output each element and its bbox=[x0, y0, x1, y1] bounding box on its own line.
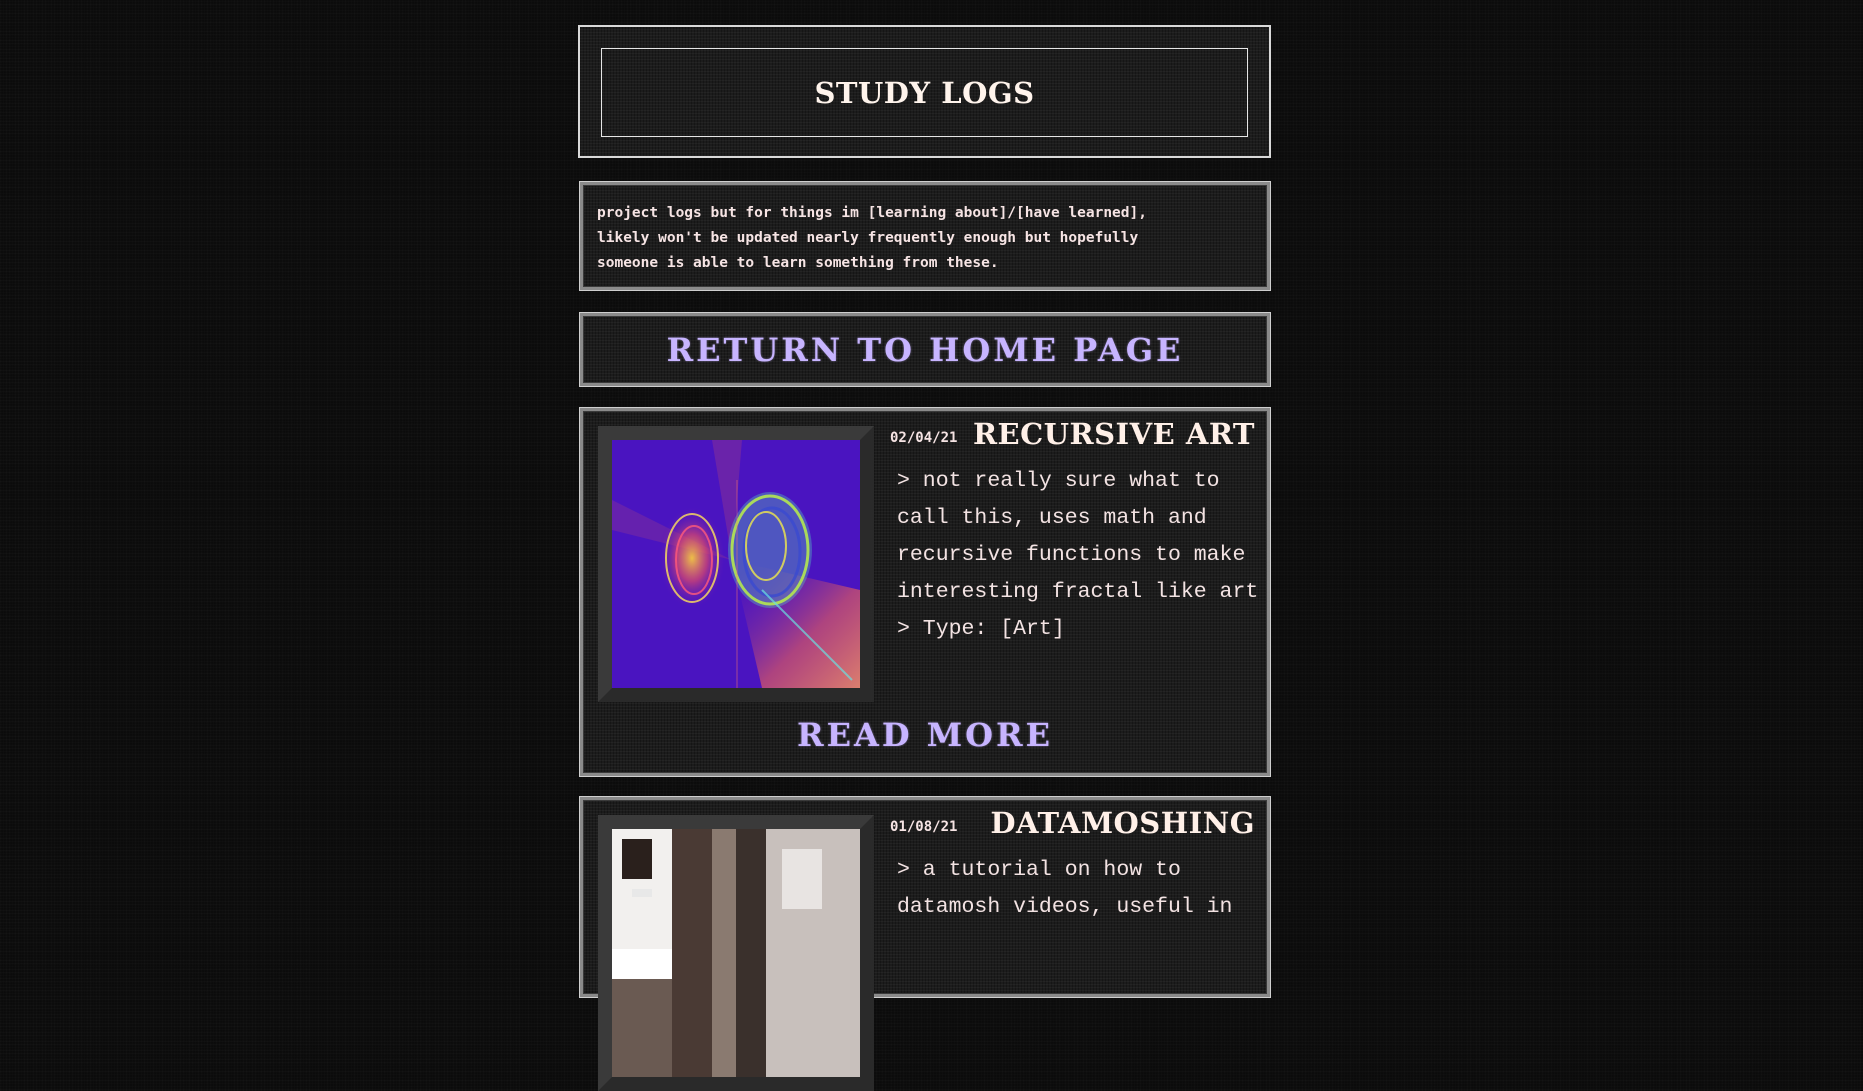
nav-panel: RETURN TO HOME PAGE bbox=[580, 313, 1270, 386]
log-title: DATAMOSHING bbox=[990, 806, 1255, 840]
log-card-recursive-art: 02/04/21 RECURSIVE ART > not really sure… bbox=[580, 408, 1270, 776]
header-inner-frame: STUDY LOGS bbox=[601, 48, 1248, 137]
log-card-datamoshing: 01/08/21 DATAMOSHING > a tutorial on how… bbox=[580, 797, 1270, 1091]
header-box: STUDY LOGS bbox=[578, 25, 1271, 158]
intro-text: project logs but for things im [learning… bbox=[597, 205, 1147, 271]
log-date: 02/04/21 bbox=[890, 430, 958, 446]
log-title: RECURSIVE ART bbox=[972, 417, 1255, 451]
intro-panel: project logs but for things im [learning… bbox=[580, 182, 1270, 290]
log-thumbnail-frame bbox=[598, 815, 874, 1091]
log-summary: > a tutorial on how to datamosh videos, … bbox=[897, 852, 1267, 926]
log-summary-text: > not really sure what to call this, use… bbox=[897, 469, 1259, 604]
page-title: STUDY LOGS bbox=[814, 75, 1035, 110]
log-summary: > not really sure what to call this, use… bbox=[897, 463, 1267, 648]
log-thumbnail-frame bbox=[598, 426, 874, 702]
datamosh-thumbnail[interactable] bbox=[612, 829, 860, 1077]
recursive-art-thumbnail[interactable] bbox=[612, 440, 860, 688]
read-more-link[interactable]: READ MORE bbox=[583, 716, 1267, 754]
log-summary-text: > a tutorial on how to datamosh videos, … bbox=[897, 858, 1233, 919]
return-home-link[interactable]: RETURN TO HOME PAGE bbox=[667, 331, 1184, 369]
log-date: 01/08/21 bbox=[890, 819, 958, 835]
log-type: > Type: [Art] bbox=[897, 617, 1065, 641]
